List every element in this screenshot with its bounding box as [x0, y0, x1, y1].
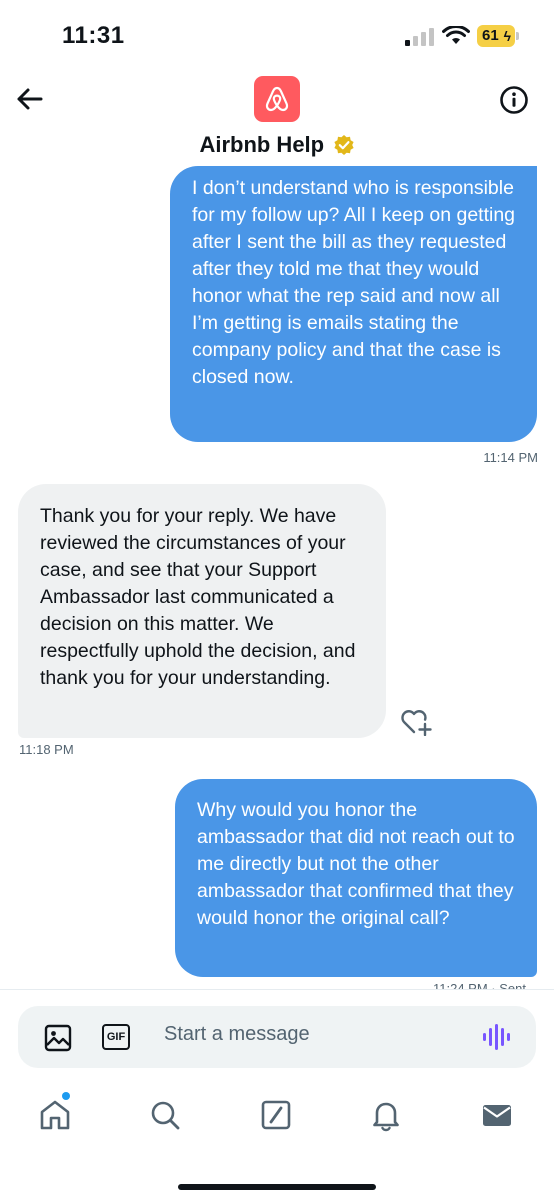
message-timestamp: 11:14 PM	[483, 450, 538, 465]
gold-verified-badge-icon	[333, 135, 354, 155]
charging-icon: ϟ	[503, 28, 511, 44]
message-input[interactable]: Start a message	[164, 1023, 310, 1046]
battery-tip	[516, 32, 519, 40]
conversation-title[interactable]: Airbnb Help	[199, 132, 324, 157]
cellular-signal-icon	[405, 28, 434, 46]
airbnb-logo-icon[interactable]	[254, 76, 300, 122]
search-icon[interactable]	[148, 1098, 182, 1132]
grok-icon[interactable]	[259, 1098, 293, 1132]
status-time: 11:31	[62, 22, 125, 49]
info-icon[interactable]	[499, 85, 529, 115]
arrow-left-icon[interactable]	[14, 84, 44, 114]
image-icon[interactable]	[44, 1024, 72, 1052]
outgoing-message[interactable]: Why would you honor the ambassador that …	[175, 779, 537, 977]
home-icon[interactable]	[38, 1098, 72, 1132]
home-unread-dot	[62, 1092, 70, 1100]
voice-waveform-icon[interactable]	[482, 1023, 512, 1051]
home-indicator	[178, 1184, 376, 1190]
incoming-message[interactable]: Thank you for your reply. We have review…	[18, 484, 386, 738]
battery-indicator: 61 ϟ	[477, 25, 515, 47]
conversation-header: Airbnb Help	[0, 132, 554, 158]
message-composer[interactable]: GIF Start a message	[18, 1006, 536, 1068]
messages-icon[interactable]	[480, 1098, 514, 1132]
notifications-icon[interactable]	[369, 1098, 403, 1132]
outgoing-message[interactable]: I don’t understand who is responsible fo…	[170, 166, 537, 442]
wifi-icon	[442, 26, 470, 44]
gif-button[interactable]: GIF	[102, 1024, 130, 1050]
message-timestamp: 11:18 PM	[19, 742, 74, 757]
divider	[0, 989, 554, 990]
status-bar: 11:31 61 ϟ	[0, 0, 554, 70]
battery-level: 61	[482, 27, 499, 44]
add-reaction-heart-icon[interactable]	[400, 708, 432, 736]
